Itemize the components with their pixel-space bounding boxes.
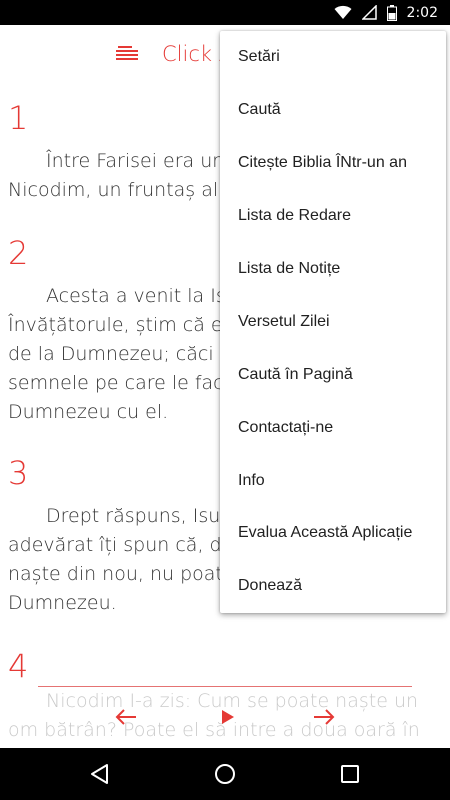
play-icon	[222, 710, 234, 724]
verse-number: 1	[8, 99, 29, 137]
next-chapter-button[interactable]	[310, 705, 338, 729]
system-nav-bar	[0, 748, 450, 800]
verse-number: 2	[8, 234, 29, 272]
signal-icon	[361, 5, 377, 20]
previous-chapter-button[interactable]	[112, 705, 140, 729]
arrow-left-icon	[115, 709, 136, 725]
menu-item-notes-list[interactable]: Lista de Notițe	[220, 243, 446, 296]
reader-controls: Nicodim I-a zis: Cum se poate naște un o…	[0, 685, 450, 748]
status-icons: 2:02	[334, 4, 438, 21]
home-icon	[215, 764, 235, 784]
overflow-menu: Setări Caută Citește Biblia ÎNtr-un an L…	[220, 31, 446, 613]
back-button[interactable]	[86, 761, 112, 787]
verse-number: 3	[8, 454, 29, 492]
status-bar: 2:02	[0, 0, 450, 25]
status-time: 2:02	[406, 4, 438, 21]
menu-item-contact-us[interactable]: Contactați-ne	[220, 401, 446, 454]
menu-item-find-in-page[interactable]: Caută în Pagină	[220, 348, 446, 401]
recents-button[interactable]	[337, 761, 363, 787]
book-menu-icon[interactable]	[116, 45, 138, 63]
menu-item-donate[interactable]: Donează	[220, 560, 446, 613]
menu-item-rate-app[interactable]: Evalua Această Aplicație	[220, 507, 446, 560]
menu-item-playlist[interactable]: Lista de Redare	[220, 190, 446, 243]
arrow-right-icon	[314, 709, 335, 725]
menu-item-info[interactable]: Info	[220, 454, 446, 507]
recents-icon	[341, 765, 359, 783]
menu-item-verse-of-the-day[interactable]: Versetul Zilei	[220, 295, 446, 348]
menu-item-read-bible-in-a-year[interactable]: Citește Biblia ÎNtr-un an	[220, 137, 446, 190]
battery-icon	[386, 4, 397, 21]
verse-number: 4	[8, 647, 29, 685]
back-icon	[91, 764, 108, 784]
menu-item-settings[interactable]: Setări	[220, 31, 446, 84]
menu-item-search[interactable]: Caută	[220, 84, 446, 137]
home-button[interactable]	[212, 761, 238, 787]
controls-divider	[38, 686, 412, 687]
wifi-icon	[334, 5, 352, 19]
play-button[interactable]	[214, 705, 242, 729]
